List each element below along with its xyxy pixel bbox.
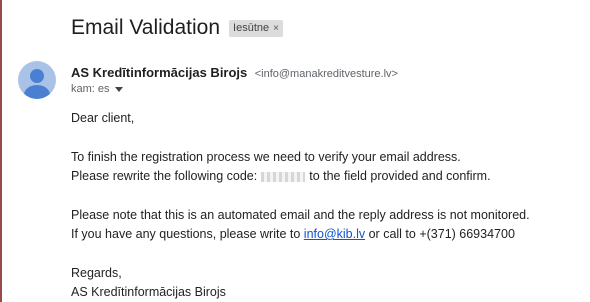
email-subject: Email Validation bbox=[71, 16, 221, 39]
sender-row: AS Kredītinformācijas Birojs <info@manak… bbox=[71, 64, 398, 82]
code-instruction-end: to the field provided and confirm. bbox=[309, 169, 491, 183]
redacted-code bbox=[261, 171, 306, 182]
contact-text-start: If you have any questions, please write … bbox=[71, 227, 301, 241]
body-line-code: Please rewrite the following code: to the… bbox=[71, 167, 530, 186]
inbox-label-chip[interactable]: Iesūtne × bbox=[229, 19, 283, 37]
body-line-contact: If you have any questions, please write … bbox=[71, 225, 530, 244]
recipient-row[interactable]: kam: es bbox=[71, 83, 123, 95]
recipient-label: kam: es bbox=[71, 83, 110, 95]
closing: Regards, bbox=[71, 266, 122, 280]
subject-row: Email Validation Iesūtne × bbox=[71, 15, 283, 41]
caret-down-icon[interactable] bbox=[114, 86, 123, 92]
support-email-link[interactable]: info@kib.lv bbox=[304, 227, 365, 241]
code-instruction-start: Please rewrite the following code: bbox=[71, 169, 258, 183]
sender-avatar-icon[interactable] bbox=[18, 61, 56, 99]
greeting: Dear client, bbox=[71, 111, 135, 125]
signature: AS Kredītinformācijas Birojs bbox=[71, 285, 226, 299]
sender-name[interactable]: AS Kredītinformācijas Birojs bbox=[71, 65, 247, 80]
window-edge bbox=[0, 0, 2, 302]
email-body: Dear client, To finish the registration … bbox=[71, 109, 530, 302]
sender-email: <info@manakreditvesture.lv> bbox=[254, 68, 398, 80]
body-line-automated: Please note that this is an automated em… bbox=[71, 208, 530, 222]
inbox-label-text: Iesūtne bbox=[233, 22, 270, 34]
body-line-verify: To finish the registration process we ne… bbox=[71, 150, 461, 164]
close-icon[interactable]: × bbox=[273, 23, 279, 34]
contact-text-end: or call to +(371) 66934700 bbox=[368, 227, 515, 241]
